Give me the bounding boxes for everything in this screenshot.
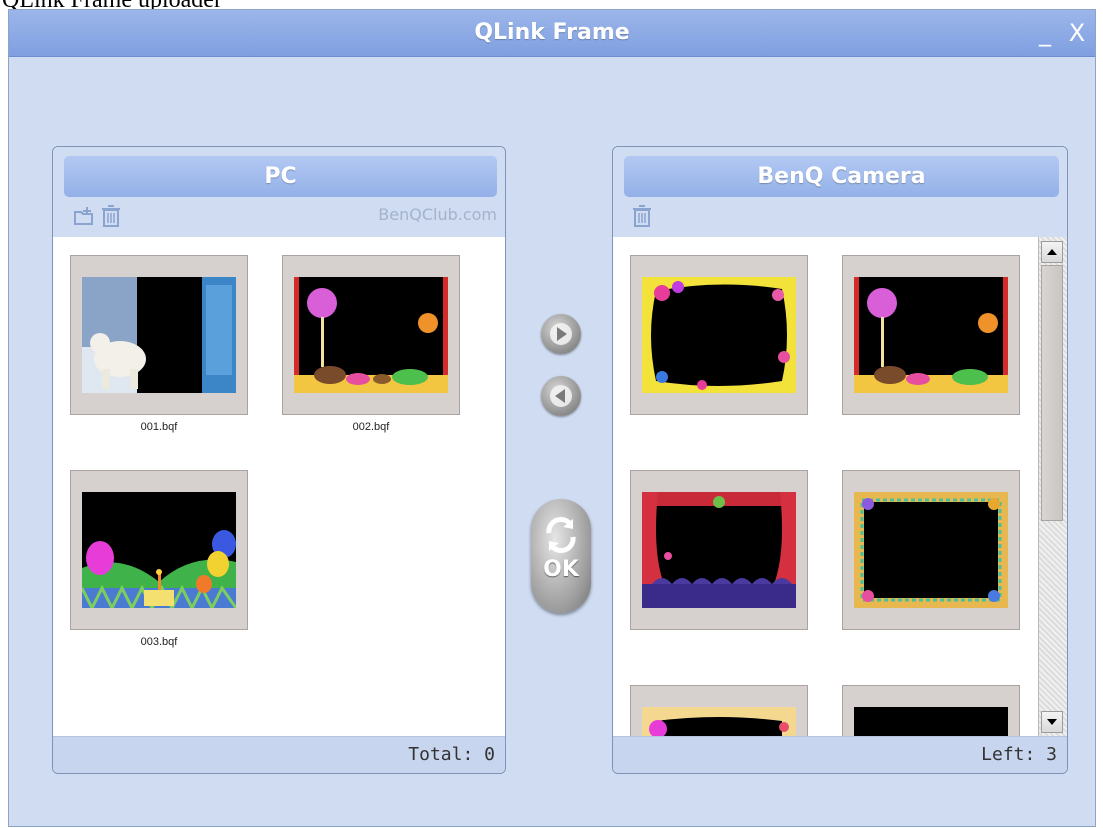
file-name-label: 001.bqf — [140, 421, 178, 433]
pink-flower-border-image — [642, 707, 796, 737]
window-title: QLink Frame — [474, 20, 630, 45]
camera-frame-thumbnail[interactable] — [630, 255, 808, 415]
candy-lollipop-image — [294, 277, 448, 393]
camera-panel-footer: Left: 3 — [613, 736, 1067, 773]
camera-frame-thumbnail[interactable] — [842, 685, 1020, 737]
close-button[interactable]: X — [1065, 10, 1089, 56]
pc-panel-toolbar-area: PC BenQClub.com — [53, 147, 505, 237]
pc-panel: PC BenQClub.com 001.bqf 002.bqf 003.bqf … — [52, 146, 506, 774]
import-folder-icon[interactable] — [73, 204, 95, 228]
file-name-label: 003.bqf — [140, 636, 178, 648]
trash-icon[interactable] — [100, 204, 122, 228]
refresh-icon — [546, 517, 576, 553]
pc-file-thumbnail[interactable] — [282, 255, 460, 415]
theater-curtain-image — [642, 492, 796, 608]
benqclub-link[interactable]: BenQClub.com — [378, 205, 497, 224]
camera-scrollbar[interactable] — [1038, 237, 1067, 737]
qlink-frame-window: QLink Frame _ X PC BenQClub.com 001.bqf … — [8, 9, 1096, 827]
minimize-button[interactable]: _ — [1033, 10, 1057, 56]
camera-panel-title: BenQ Camera — [624, 156, 1059, 197]
pc-panel-footer: Total: 0 — [53, 736, 505, 773]
scroll-down-button[interactable] — [1041, 711, 1063, 733]
transfer-left-button[interactable] — [541, 376, 581, 416]
title-bar[interactable]: QLink Frame _ X — [9, 10, 1095, 57]
arrow-right-icon — [550, 323, 572, 345]
camera-frame-thumbnail[interactable] — [842, 255, 1020, 415]
green-stitched-border-image — [854, 492, 1008, 608]
balloons-party-image — [82, 492, 236, 608]
trash-icon[interactable] — [631, 204, 653, 228]
arrow-left-icon — [550, 385, 572, 407]
arrow-up-icon — [1047, 249, 1057, 255]
ok-label: OK — [543, 557, 579, 582]
camera-panel: BenQ Camera Left: 3 — [612, 146, 1068, 774]
polar-bear-window-image — [82, 277, 236, 393]
pc-file-grid: 001.bqf 002.bqf 003.bqf — [53, 237, 505, 737]
yellow-flower-border-image — [642, 277, 796, 393]
pc-file-thumbnail[interactable] — [70, 255, 248, 415]
candy-lollipop-image — [854, 277, 1008, 393]
left-count: Left: 3 — [981, 744, 1057, 765]
total-count: Total: 0 — [408, 744, 495, 765]
pc-panel-title: PC — [64, 156, 497, 197]
ok-sync-button[interactable]: OK — [531, 499, 591, 613]
camera-panel-toolbar-area: BenQ Camera — [613, 147, 1067, 237]
pc-file-thumbnail[interactable] — [70, 470, 248, 630]
camera-frame-thumbnail[interactable] — [630, 685, 808, 737]
transfer-right-button[interactable] — [541, 314, 581, 354]
camera-frame-thumbnail[interactable] — [842, 470, 1020, 630]
file-name-label: 002.bqf — [352, 421, 390, 433]
camera-frame-thumbnail[interactable] — [630, 470, 808, 630]
plain-border-image — [854, 707, 1008, 737]
scroll-up-button[interactable] — [1041, 241, 1063, 263]
scroll-thumb[interactable] — [1041, 265, 1063, 521]
camera-frame-grid — [613, 237, 1039, 737]
arrow-down-icon — [1047, 719, 1057, 725]
